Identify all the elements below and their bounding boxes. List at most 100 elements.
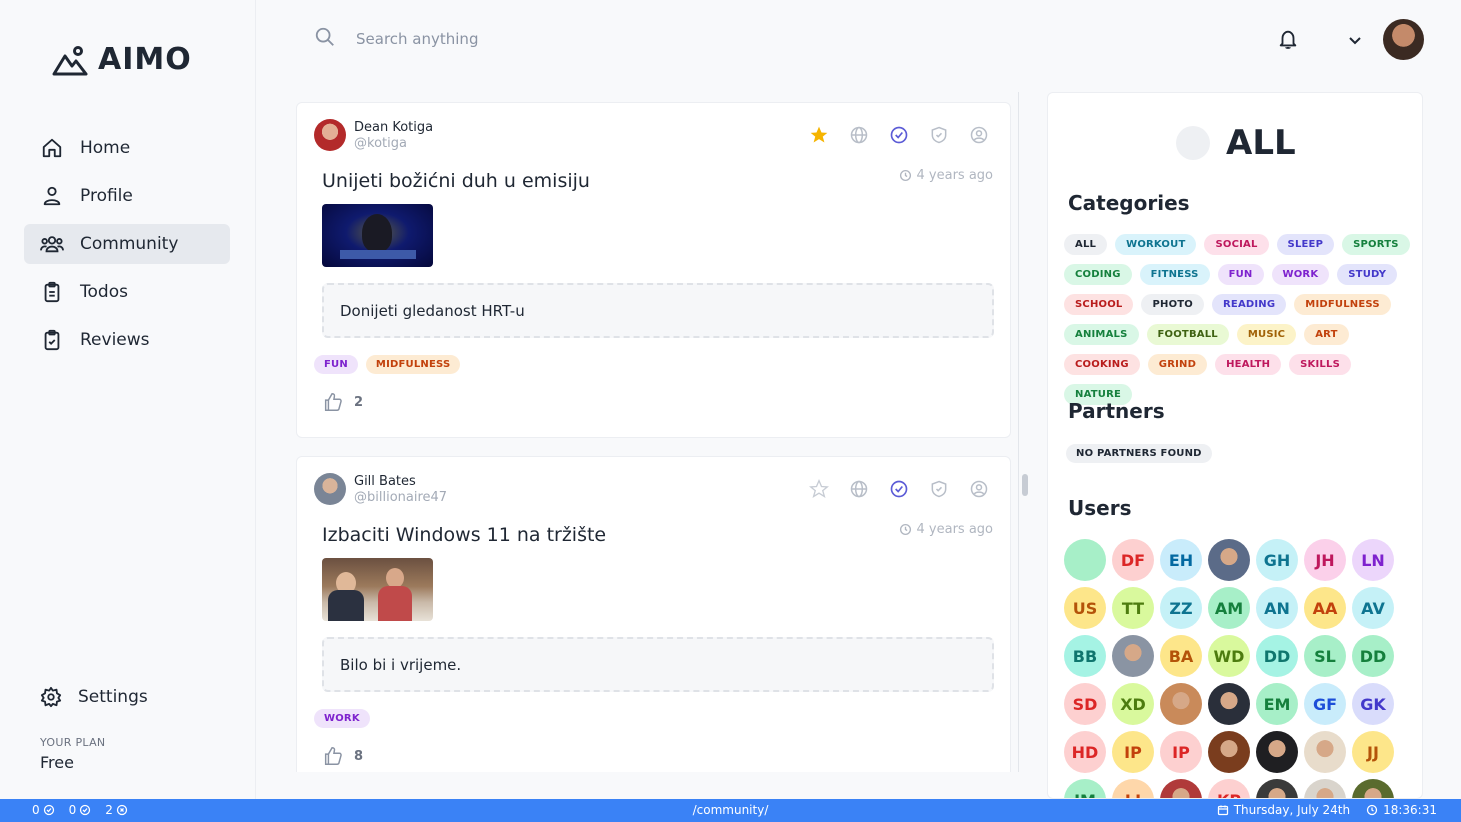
nav-item-community[interactable]: Community [24, 224, 230, 264]
app-logo[interactable]: AIMO [52, 42, 192, 77]
category-chip-fitness[interactable]: FITNESS [1139, 264, 1210, 285]
category-chip-fun[interactable]: FUN [1217, 264, 1264, 285]
user-avatar[interactable]: JH [1304, 539, 1346, 581]
user-avatar[interactable]: LN [1352, 539, 1394, 581]
user-avatar[interactable] [1304, 731, 1346, 773]
gear-icon [40, 686, 62, 708]
nav-item-reviews[interactable]: Reviews [24, 320, 230, 360]
user-avatar[interactable]: DF [1112, 539, 1154, 581]
user-avatar[interactable]: GH [1256, 539, 1298, 581]
category-chip-football[interactable]: FOOTBALL [1146, 324, 1229, 345]
category-chip-cooking[interactable]: COOKING [1064, 354, 1140, 375]
user-avatar[interactable]: AM [1208, 587, 1250, 629]
user-avatar[interactable]: BB [1064, 635, 1106, 677]
chevron-down-icon[interactable] [1347, 32, 1363, 52]
check-circle-icon[interactable] [889, 479, 909, 499]
category-chip-grind[interactable]: GRIND [1147, 354, 1208, 375]
category-chip-art[interactable]: ART [1304, 324, 1349, 345]
category-chip-work[interactable]: WORK [1271, 264, 1330, 285]
user-avatar[interactable]: LJ [1112, 779, 1154, 798]
post-image[interactable] [322, 204, 433, 267]
user-avatar[interactable]: SL [1304, 635, 1346, 677]
user-avatar[interactable] [1352, 779, 1394, 798]
user-avatar[interactable]: EH [1160, 539, 1202, 581]
category-chip-coding[interactable]: CODING [1064, 264, 1132, 285]
category-chip-social[interactable]: SOCIAL [1204, 234, 1269, 255]
check-circle-icon[interactable] [889, 125, 909, 145]
category-chip-sleep[interactable]: SLEEP [1276, 234, 1335, 255]
category-chip-study[interactable]: STUDY [1337, 264, 1398, 285]
category-chip-school[interactable]: SCHOOL [1064, 294, 1134, 315]
like-button[interactable]: 2 [322, 391, 363, 413]
star-icon[interactable] [809, 125, 829, 145]
user-avatar[interactable] [1160, 779, 1202, 798]
author-avatar[interactable] [314, 473, 346, 505]
user-avatar[interactable]: GF [1304, 683, 1346, 725]
category-chip-reading[interactable]: READING [1212, 294, 1287, 315]
nav-item-home[interactable]: Home [24, 128, 230, 168]
user-avatar[interactable] [1112, 635, 1154, 677]
user-avatar[interactable]: US [1064, 587, 1106, 629]
like-button[interactable]: 8 [322, 745, 363, 767]
post-card: Gill Bates @billionaire47 4 years ago Iz… [296, 456, 1011, 772]
user-avatar[interactable]: KP [1208, 779, 1250, 798]
category-chip-sports[interactable]: SPORTS [1342, 234, 1410, 255]
user-avatar[interactable]: SD [1064, 683, 1106, 725]
user-avatar[interactable] [1208, 683, 1250, 725]
user-avatar[interactable] [1256, 779, 1298, 798]
user-avatar[interactable]: GK [1352, 683, 1394, 725]
category-chip-music[interactable]: MUSIC [1236, 324, 1297, 345]
user-avatar[interactable] [1160, 683, 1202, 725]
post-author[interactable]: Gill Bates @billionaire47 [314, 473, 447, 505]
nav-item-profile[interactable]: Profile [24, 176, 230, 216]
category-chip-workout[interactable]: WORKOUT [1115, 234, 1197, 255]
category-chip-animals[interactable]: ANIMALS [1064, 324, 1139, 345]
bell-icon[interactable] [1277, 28, 1299, 54]
user-avatar[interactable]: EM [1256, 683, 1298, 725]
user-avatar[interactable] [1064, 539, 1106, 581]
category-chip-health[interactable]: HEALTH [1215, 354, 1282, 375]
user-avatar[interactable]: IP [1160, 731, 1202, 773]
user-avatar[interactable]: BA [1160, 635, 1202, 677]
settings-link[interactable]: Settings [40, 686, 148, 708]
category-chip-midfulness[interactable]: MIDFULNESS [1294, 294, 1391, 315]
globe-icon[interactable] [849, 479, 869, 499]
category-chip-photo[interactable]: PHOTO [1141, 294, 1205, 315]
globe-icon[interactable] [849, 125, 869, 145]
user-avatar[interactable]: HD [1064, 731, 1106, 773]
post-image[interactable] [322, 558, 433, 621]
user-avatar[interactable]: IP [1112, 731, 1154, 773]
user-avatar[interactable]: DD [1352, 635, 1394, 677]
feed-scrollbar[interactable] [1022, 474, 1028, 496]
user-avatar[interactable]: AV [1352, 587, 1394, 629]
user-avatar[interactable]: ZZ [1160, 587, 1202, 629]
user-avatar[interactable]: DD [1256, 635, 1298, 677]
search-icon[interactable] [314, 26, 336, 52]
user-avatar[interactable] [1208, 539, 1250, 581]
shield-check-icon[interactable] [929, 479, 949, 499]
shield-check-icon[interactable] [929, 125, 949, 145]
nav-item-todos[interactable]: Todos [24, 272, 230, 312]
category-chip-all[interactable]: ALL [1064, 234, 1108, 255]
category-chip-skills[interactable]: SKILLS [1289, 354, 1351, 375]
user-avatar[interactable] [1304, 779, 1346, 798]
user-avatar[interactable]: JM [1064, 779, 1106, 798]
star-outline-icon[interactable] [809, 478, 829, 499]
search-input[interactable] [356, 30, 656, 48]
post-author[interactable]: Dean Kotiga @kotiga [314, 119, 433, 151]
user-avatar[interactable]: AN [1256, 587, 1298, 629]
user-avatar[interactable]: XD [1112, 683, 1154, 725]
tag-midfulness[interactable]: MIDFULNESS [365, 355, 461, 374]
tag-fun[interactable]: FUN [314, 355, 358, 374]
user-circle-icon[interactable] [969, 125, 989, 145]
author-avatar[interactable] [314, 119, 346, 151]
user-avatar[interactable]: JJ [1352, 731, 1394, 773]
user-avatar[interactable] [1256, 731, 1298, 773]
user-avatar[interactable]: AA [1304, 587, 1346, 629]
user-avatar[interactable] [1208, 731, 1250, 773]
user-avatar[interactable]: TT [1112, 587, 1154, 629]
user-avatar[interactable] [1383, 19, 1424, 60]
user-avatar[interactable]: WD [1208, 635, 1250, 677]
tag-work[interactable]: WORK [314, 709, 370, 728]
user-circle-icon[interactable] [969, 479, 989, 499]
